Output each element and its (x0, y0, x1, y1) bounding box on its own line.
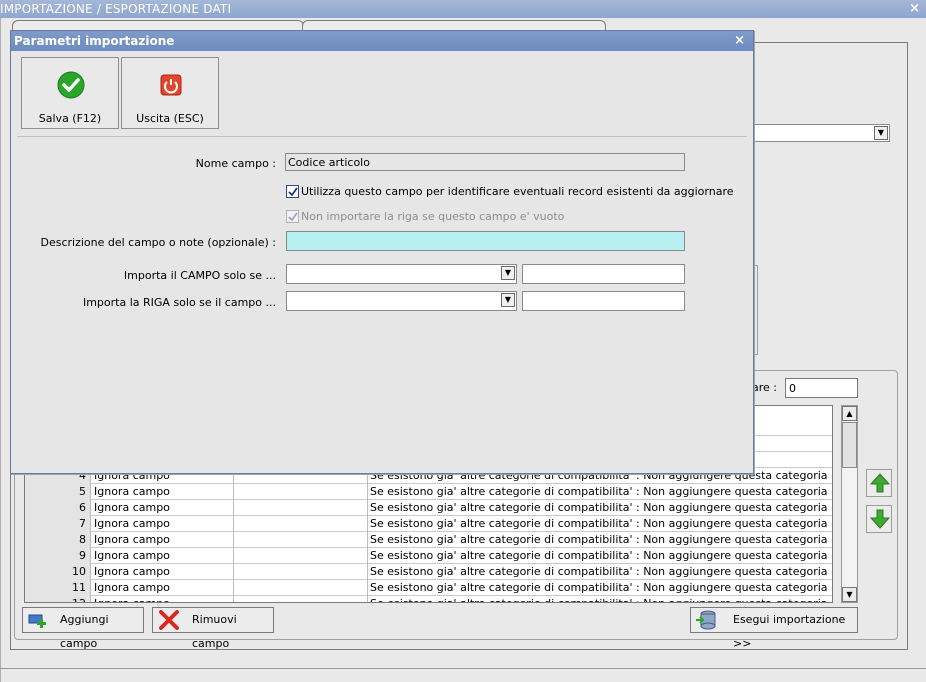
remove-field-button[interactable]: Rimuovi campo (152, 607, 274, 650)
skip-empty-label: Non importare la riga se questo campo e'… (301, 210, 565, 223)
nome-campo-field: Codice articolo (285, 153, 685, 171)
table-row[interactable]: 7 Ignora campo Se esistono gia' altre cate… (25, 516, 832, 532)
remove-field-label: Rimuovi campo (192, 613, 237, 650)
field-cell (235, 516, 368, 532)
row-number-cell: 6 (25, 500, 91, 516)
note-cell: Se esistono gia' altre categorie di comp… (370, 533, 828, 546)
field-cell (235, 484, 368, 500)
row-number-cell: 5 (25, 484, 91, 500)
green-arrow-down-icon (870, 509, 890, 529)
green-arrow-up-icon (870, 473, 890, 493)
scroll-thumb[interactable] (842, 422, 857, 468)
table-row[interactable]: 12Ignora campo Se esistono gia' altre cat… (25, 596, 832, 602)
field-cell (235, 564, 368, 580)
action-cell: Ignora campo (92, 580, 234, 596)
save-label: Salva (F12) (38, 112, 102, 125)
dialog-title: Parametri importazione (14, 34, 175, 48)
scroll-down-button[interactable]: ▼ (842, 587, 857, 602)
save-button[interactable]: Salva (F12) (21, 57, 119, 129)
toolbar-divider (17, 136, 747, 137)
add-field-label: Aggiungi campo (60, 613, 109, 650)
status-divider (0, 668, 926, 669)
checkmark-icon (288, 187, 298, 197)
note-cell: Se esistono gia' altre categorie di comp… (370, 485, 828, 498)
row-number-cell: 12 (25, 596, 91, 602)
field-cell (235, 596, 368, 602)
row-number-cell: 10 (25, 564, 91, 580)
note-cell: Se esistono gia' altre categorie di comp… (369, 596, 832, 602)
exit-button[interactable]: Uscita (ESC) (121, 57, 219, 129)
background-combo[interactable]: ▼ (740, 124, 890, 142)
field-cell (235, 580, 368, 596)
skip-empty-checkbox (286, 210, 299, 223)
action-cell: Ignora campo (92, 564, 234, 580)
table-row[interactable]: 8 Ignora campo Se esistono gia' altre cate… (25, 532, 832, 548)
dialog-close-button[interactable]: × (734, 31, 745, 51)
importa-riga-value-input[interactable] (522, 291, 685, 311)
power-icon (160, 74, 182, 96)
action-cell: Ignora campo (92, 548, 234, 564)
dialog-titlebar: Parametri importazione × (11, 31, 753, 51)
table-row[interactable]: 9 Ignora campo Se esistono gia' altre cate… (25, 548, 832, 564)
nome-campo-label: Nome campo : (195, 157, 276, 170)
table-row[interactable]: 11 Ignora campo Se esistono gia' altre cat… (25, 580, 832, 596)
checkmark-icon (288, 212, 298, 222)
importa-campo-combo[interactable]: ▼ (286, 264, 517, 284)
run-import-label: Esegui importazione >> (733, 613, 846, 650)
check-circle-icon (57, 71, 85, 99)
table-row[interactable]: 10 Ignora campo Se esistono gia' altre cat… (25, 564, 832, 580)
partial-label: are : (752, 381, 777, 394)
table-row[interactable]: 5 Ignora campo Se esistono gia' altre cate… (25, 484, 832, 500)
scroll-up-button[interactable]: ▲ (842, 406, 857, 421)
add-field-icon (28, 614, 46, 628)
descrizione-input[interactable] (286, 231, 685, 251)
note-cell: Se esistono gia' altre categorie di comp… (370, 501, 828, 514)
database-import-icon (696, 610, 716, 630)
note-cell: Se esistono gia' altre categorie di comp… (370, 517, 828, 530)
action-cell: Ignora campo (92, 596, 234, 602)
identify-record-label: Utilizza questo campo per identificare e… (301, 185, 734, 198)
note-cell: Se esistono gia' altre categorie di comp… (370, 565, 828, 578)
importa-campo-value-input[interactable] (522, 264, 685, 284)
descrizione-label: Descrizione del campo o note (opzionale)… (40, 236, 276, 249)
importa-riga-combo[interactable]: ▼ (286, 291, 517, 311)
chevron-down-icon[interactable]: ▼ (874, 126, 888, 140)
field-cell (235, 532, 368, 548)
red-x-icon (159, 610, 179, 630)
identify-record-checkbox[interactable] (286, 185, 299, 198)
note-cell: Se esistono gia' altre categorie di comp… (370, 581, 828, 594)
move-down-button[interactable] (866, 505, 892, 533)
row-number-cell: 8 (25, 532, 91, 548)
value-input[interactable]: 0 (785, 378, 858, 398)
window-title: IMPORTAZIONE / ESPORTAZIONE DATI (0, 2, 232, 16)
chevron-down-icon[interactable]: ▼ (501, 266, 515, 280)
field-cell (235, 548, 368, 564)
field-cell (235, 500, 368, 516)
row-number-cell: 11 (25, 580, 91, 596)
importa-campo-label: Importa il CAMPO solo se ... (123, 269, 276, 282)
import-parameters-dialog: Parametri importazione × Salva (F12) Usc… (10, 30, 754, 474)
action-cell: Ignora campo (92, 484, 234, 500)
note-cell: Se esistono gia' altre categorie di comp… (370, 549, 828, 562)
action-cell: Ignora campo (92, 532, 234, 548)
chevron-down-icon[interactable]: ▼ (501, 293, 515, 307)
move-up-button[interactable] (866, 469, 892, 497)
row-number-cell: 9 (25, 548, 91, 564)
importa-riga-label: Importa la RIGA solo se il campo ... (82, 296, 276, 309)
exit-label: Uscita (ESC) (136, 112, 204, 125)
table-row[interactable]: 6 Ignora campo Se esistono gia' altre cate… (25, 500, 832, 516)
run-import-button[interactable]: Esegui importazione >> (690, 607, 858, 650)
grid-scrollbar[interactable]: ▲ ▼ (841, 405, 858, 603)
action-cell: Ignora campo (92, 500, 234, 516)
add-field-button[interactable]: Aggiungi campo (22, 607, 144, 650)
window-close-button[interactable]: × (909, 0, 920, 18)
main-titlebar: IMPORTAZIONE / ESPORTAZIONE DATI × (0, 0, 926, 18)
row-number-cell: 7 (25, 516, 91, 532)
action-cell: Ignora campo (92, 516, 234, 532)
